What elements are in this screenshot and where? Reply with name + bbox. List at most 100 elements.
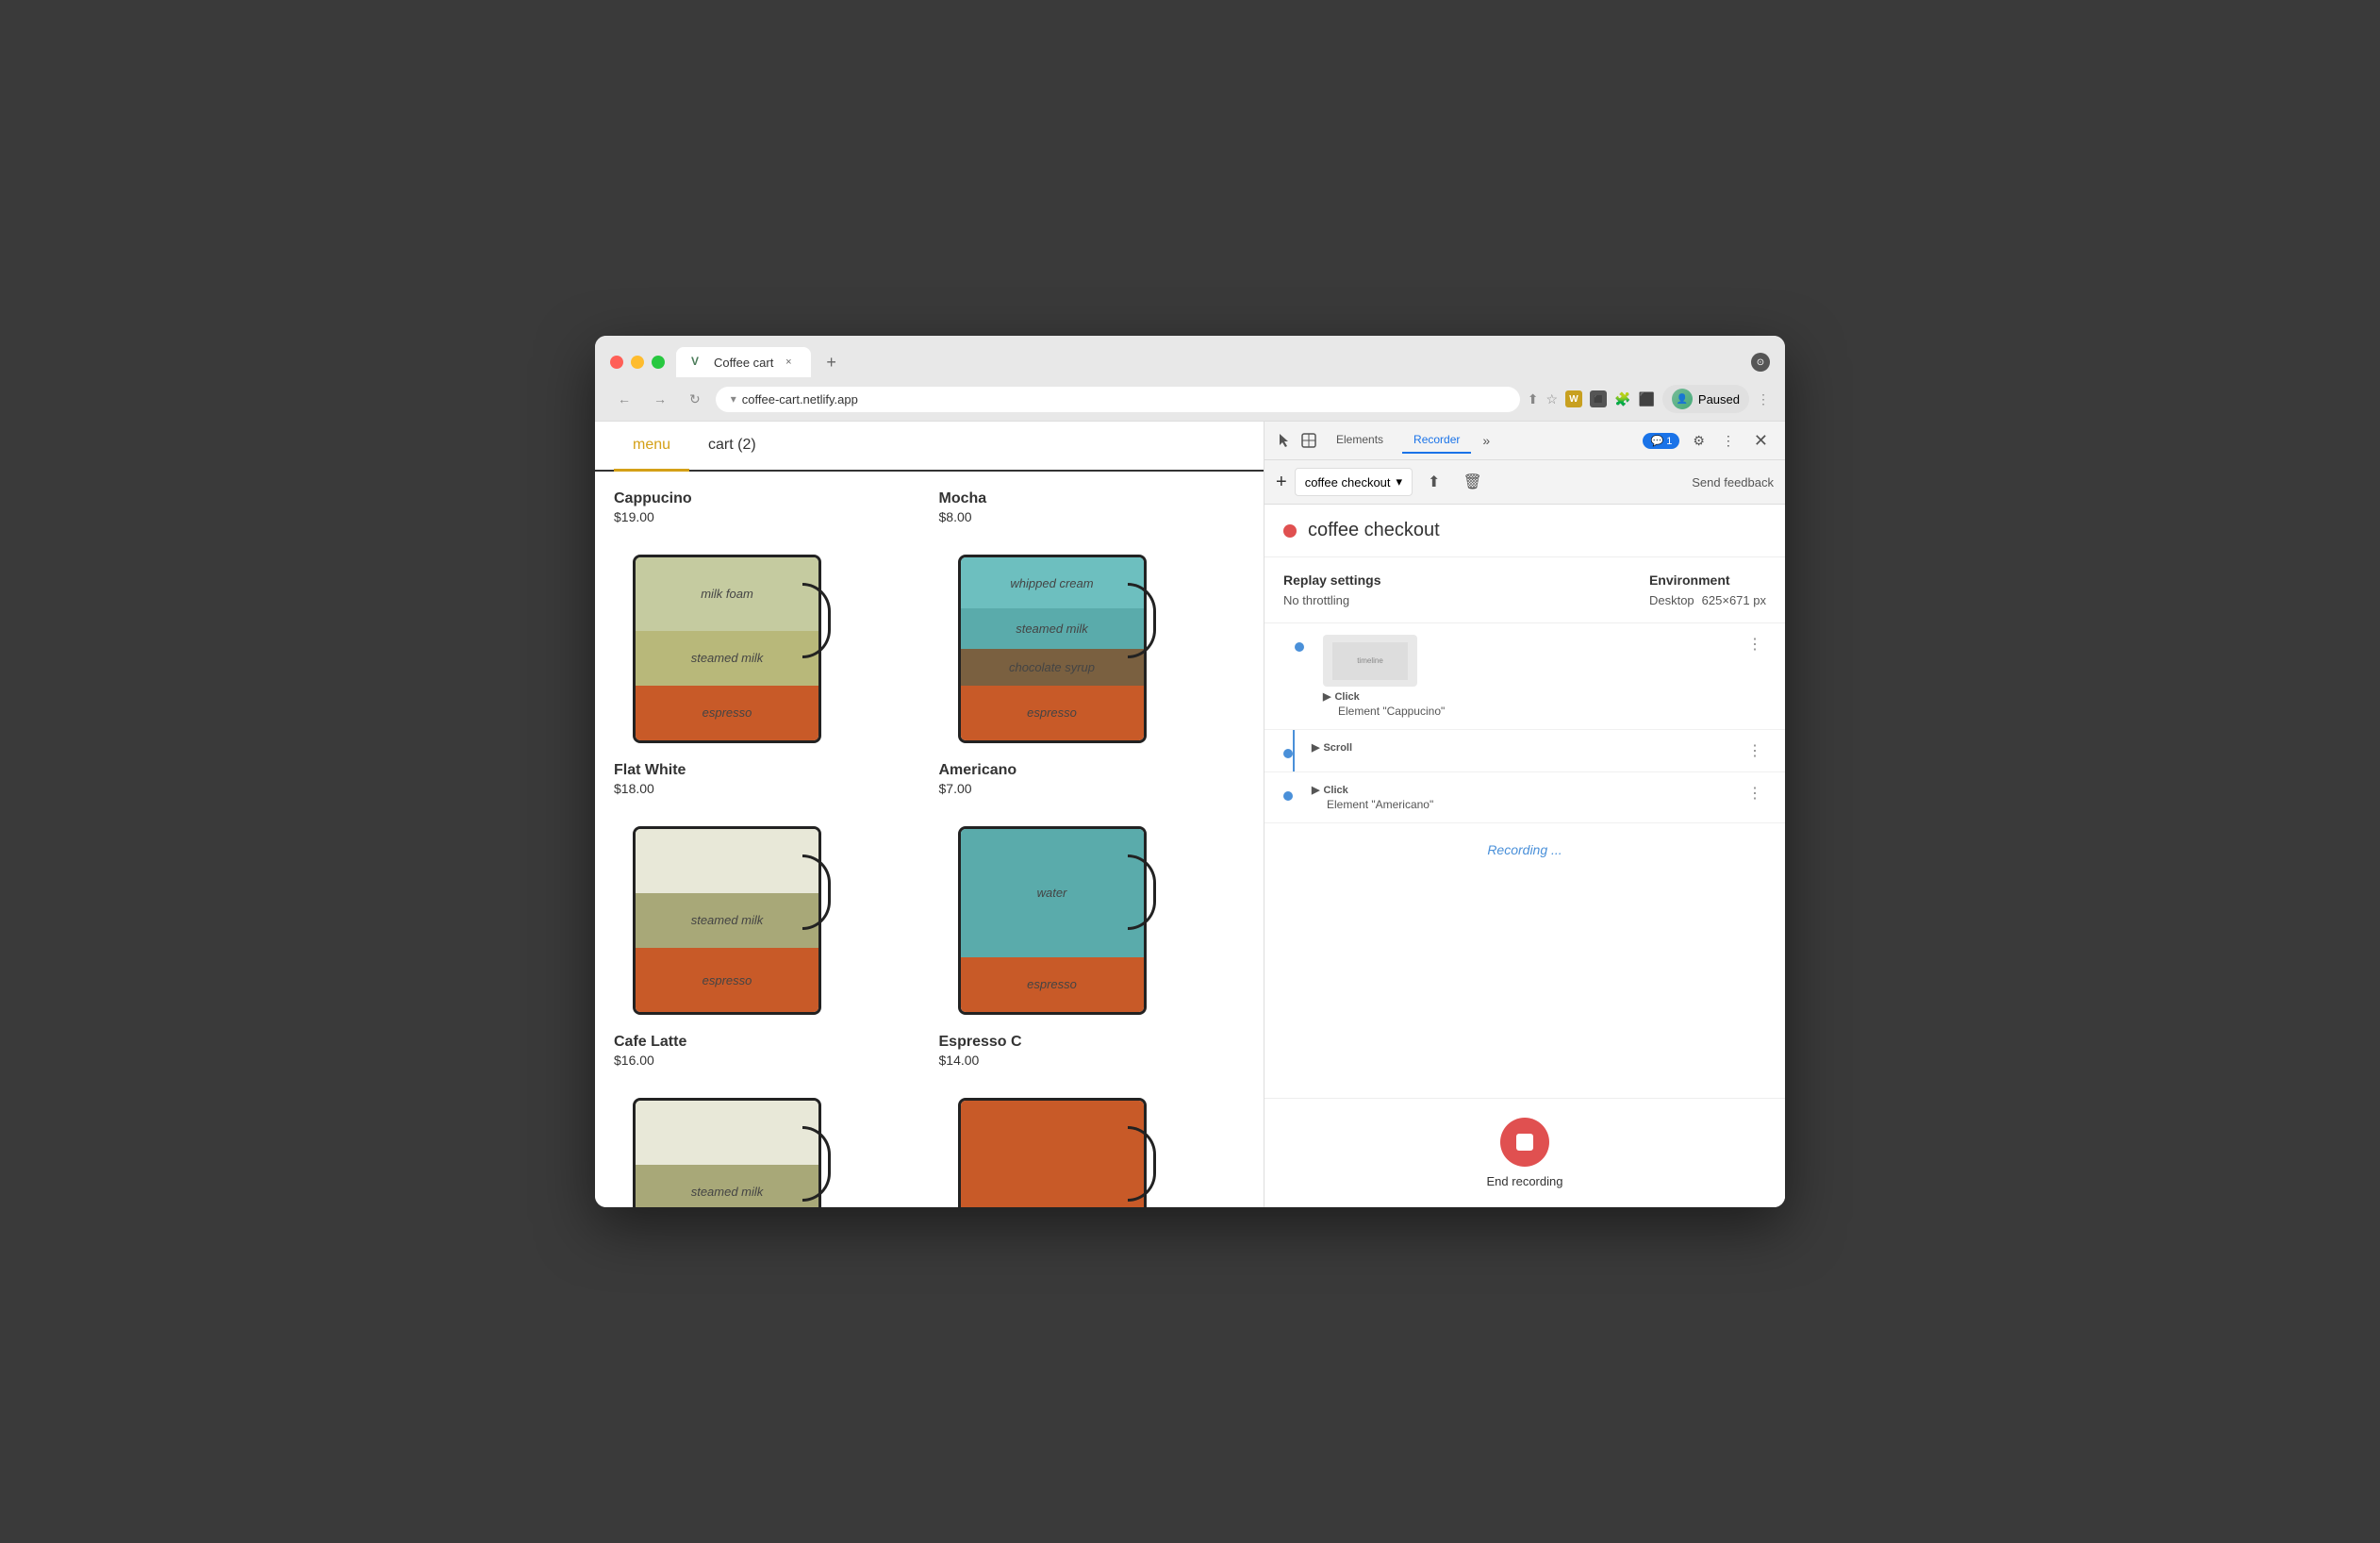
maximize-button[interactable] [652,356,665,369]
menu-icon[interactable]: ⋮ [1757,391,1770,407]
avatar: 👤 [1672,389,1693,409]
step-click-americano: ▶ Click Element "Americano" ⋮ [1264,772,1785,823]
add-recording-button[interactable]: + [1276,473,1287,491]
coffee-item-cafelatte[interactable]: Cafe Latte $16.00 steamed milk espresso [614,1034,920,1207]
cup-handle [802,1126,831,1202]
new-tab-button[interactable]: + [818,349,844,376]
tab-title: Coffee cart [714,356,773,370]
address-icons: ⬆ ☆ W ⬛ 🧩 ⬛ 👤 Paused ⋮ [1528,385,1770,413]
coffee-item-mocha[interactable]: Mocha $8.00 whipped cream steamed milk c… [939,490,1246,743]
profile-area[interactable]: 👤 Paused [1662,385,1749,413]
cup-handle [802,854,831,930]
address-bar: ← → ↻ ▾ coffee-cart.netlify.app ⬆ ☆ W ⬛ … [595,377,1785,421]
paused-label: Paused [1698,392,1740,406]
env-row: Desktop 625×671 px [1649,593,1766,607]
step-expand-click-americano[interactable]: ▶ Click [1312,784,1348,796]
step-content: ▶ Click Element "Americano" [1312,784,1732,811]
extension-icon-3[interactable]: 🧩 [1614,391,1630,407]
tab-close-button[interactable]: × [781,355,796,370]
devtools-overflow-icon[interactable]: ⋮ [1718,429,1739,453]
devtools-settings-icon[interactable]: ⚙ [1689,429,1709,453]
cup-handle [1128,854,1156,930]
layer-espresso: espresso [961,957,1144,1012]
steps-container: timeline ▶ Click Element "Cappucino" ⋮ [1264,623,1785,1098]
tab-bar: V Coffee cart × + [676,347,1740,377]
step-type: Click [1334,691,1359,703]
step-type: Click [1323,785,1347,796]
stop-icon [1516,1134,1533,1151]
end-recording-button[interactable] [1500,1118,1549,1167]
layer-water: water [961,829,1144,957]
recording-title: coffee checkout [1308,520,1440,541]
recording-name: coffee checkout [1305,475,1391,489]
layer-steamed: steamed milk [961,608,1144,649]
coffee-name-americano: Americano [939,762,1246,779]
cup-handle [802,583,831,658]
layer-whipped: whipped cream [961,557,1144,608]
end-recording-bar: End recording [1264,1098,1785,1207]
recording-select[interactable]: coffee checkout ▾ [1295,468,1413,496]
coffee-nav: menu cart (2) [595,422,1264,472]
extension-icon-2[interactable]: ⬛ [1590,390,1607,407]
close-button[interactable] [610,356,623,369]
puzzle-icon[interactable]: ⬛ [1638,391,1654,407]
coffee-price-espressoc: $14.00 [939,1053,1246,1068]
nav-menu[interactable]: menu [614,422,689,472]
coffee-name-espressoc: Espresso C [939,1034,1246,1051]
cup-handle [1128,1126,1156,1202]
coffee-price-cappucino: $19.00 [614,509,920,524]
export-recording-button[interactable]: ⬆ [1420,469,1447,495]
nav-cart[interactable]: cart (2) [689,422,775,470]
devtools-tab-elements[interactable]: Elements [1325,427,1395,454]
inspect-tool-icon[interactable] [1300,432,1317,449]
step-scroll: ▶ Scroll ⋮ [1264,730,1785,772]
coffee-price-cafelatte: $16.00 [614,1053,920,1068]
cup-body: steamed milk espresso [633,826,821,1015]
devtools-close-button[interactable]: ✕ [1748,429,1774,453]
layer-foam: milk foam [636,557,818,631]
throttle-value: No throttling [1283,593,1380,607]
coffee-item-flatwhite[interactable]: Flat White $18.00 steamed milk espresso [614,762,920,1015]
environment-col: Environment Desktop 625×671 px [1649,572,1766,607]
share-icon[interactable]: ⬆ [1528,391,1539,407]
cursor-tool-icon[interactable] [1276,432,1293,449]
coffee-name-cafelatte: Cafe Latte [614,1034,920,1051]
layer-steamed: steamed milk [636,631,818,686]
back-button[interactable]: ← [610,388,638,410]
recorder-toolbar: + coffee checkout ▾ ⬆ 🗑 Send feedback [1264,460,1785,505]
coffee-item-cappucino[interactable]: Cappucino $19.00 milk foam steamed milk … [614,490,920,743]
step-content: timeline ▶ Click Element "Cappucino" [1323,635,1732,718]
browser-tab[interactable]: V Coffee cart × [676,347,811,377]
devtools-tab-recorder[interactable]: Recorder [1402,427,1471,454]
minimize-button[interactable] [631,356,644,369]
top-right-icon: ⊙ [1751,353,1770,372]
delete-recording-button[interactable]: 🗑 [1455,469,1489,495]
layer-espresso: espresso [961,686,1144,740]
step-expand-scroll[interactable]: ▶ Scroll [1312,741,1352,754]
coffee-item-americano[interactable]: Americano $7.00 water espresso [939,762,1246,1015]
refresh-button[interactable]: ↻ [682,388,708,411]
main-content: menu cart (2) Cappucino $19.00 milk foam… [595,421,1785,1207]
forward-button[interactable]: → [646,388,674,410]
address-input[interactable]: ▾ coffee-cart.netlify.app [716,387,1520,412]
devtools-more-tabs[interactable]: » [1479,429,1494,452]
coffee-item-espressoc[interactable]: Espresso C $14.00 Total: $26.00 [939,1034,1246,1207]
send-feedback-link[interactable]: Send feedback [1692,475,1774,489]
extension-icon-1[interactable]: W [1565,390,1582,407]
step-click-cappucino: timeline ▶ Click Element "Cappucino" ⋮ [1264,623,1785,730]
devtools-panel: Elements Recorder » 💬 1 ⚙ ⋮ ✕ + coffee c… [1264,422,1785,1207]
coffee-price-flatwhite: $18.00 [614,781,920,796]
step-detail-cappucino: Element "Cappucino" [1323,705,1732,718]
layer-espresso: espresso [636,948,818,1012]
cup-handle [1128,583,1156,658]
coffee-cup-cappucino: milk foam steamed milk espresso [614,536,831,743]
step-menu-button[interactable]: ⋮ [1744,784,1766,803]
step-expand-click-cappucino[interactable]: ▶ Click [1323,690,1360,703]
recording-title-bar: coffee checkout [1264,505,1785,557]
devtools-header: Elements Recorder » 💬 1 ⚙ ⋮ ✕ [1264,422,1785,460]
layer-steamed: steamed milk [636,893,818,948]
step-menu-button[interactable]: ⋮ [1744,741,1766,760]
notification-badge[interactable]: 💬 1 [1643,433,1679,449]
bookmark-icon[interactable]: ☆ [1545,391,1558,407]
step-menu-button[interactable]: ⋮ [1744,635,1766,654]
